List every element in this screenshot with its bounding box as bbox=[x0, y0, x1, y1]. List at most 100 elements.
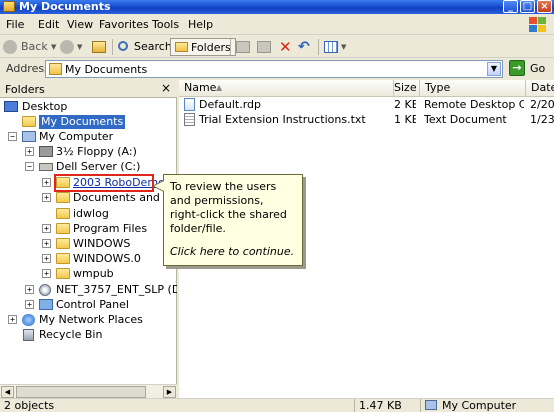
expand-toggle[interactable]: + bbox=[25, 300, 34, 309]
toolbar-separator bbox=[318, 39, 319, 55]
tree-node-idwlog[interactable]: idwlog bbox=[56, 207, 166, 221]
forward-dropdown-icon: ▼ bbox=[77, 43, 83, 51]
file-row[interactable]: Trial Extension Instructions.txt 1 KB Te… bbox=[179, 112, 554, 127]
scroll-right-icon[interactable]: ▶ bbox=[163, 386, 176, 398]
tree-node-windows-0[interactable]: WINDOWS.0 bbox=[56, 252, 166, 266]
my-computer-icon bbox=[425, 400, 437, 410]
menu-view[interactable]: View bbox=[67, 18, 93, 31]
column-label: Type bbox=[425, 81, 451, 94]
file-type: Remote Desktop Co... bbox=[424, 98, 524, 111]
tree-node-my-network-places[interactable]: My Network Places bbox=[22, 313, 172, 327]
tree-label: My Network Places bbox=[39, 313, 143, 326]
tree-node-program-files[interactable]: Program Files bbox=[56, 222, 166, 236]
expand-toggle[interactable]: + bbox=[8, 315, 17, 324]
file-size: 2 KB bbox=[394, 98, 416, 111]
tree-label: NET_3757_ENT_SLP (D:) bbox=[56, 283, 177, 296]
folders-icon bbox=[175, 42, 188, 52]
address-input[interactable]: My Documents ▼ bbox=[45, 60, 503, 78]
tree-node-dell-server[interactable]: Dell Server (C:) bbox=[39, 160, 174, 174]
status-location: My Computer bbox=[442, 399, 517, 412]
expand-toggle[interactable]: + bbox=[25, 147, 34, 156]
search-icon bbox=[118, 41, 128, 51]
minimize-button[interactable]: _ bbox=[503, 0, 518, 13]
tree-node-windows[interactable]: WINDOWS bbox=[56, 237, 166, 251]
tree-node-desktop[interactable]: Desktop bbox=[4, 100, 174, 114]
expand-toggle[interactable]: + bbox=[42, 193, 51, 202]
go-button[interactable]: → Go bbox=[509, 60, 551, 78]
expand-toggle[interactable]: + bbox=[42, 239, 51, 248]
maximize-button[interactable]: □ bbox=[520, 0, 535, 13]
file-type: Text Document bbox=[424, 113, 507, 126]
menu-favorites[interactable]: Favorites bbox=[99, 18, 149, 31]
tree-label: Documents and Settin bbox=[73, 191, 177, 204]
column-header-name[interactable]: Name ▲ bbox=[179, 80, 394, 97]
tree-node-my-computer[interactable]: My Computer bbox=[22, 130, 172, 144]
column-header-type[interactable]: Type bbox=[420, 80, 526, 97]
status-size: 1.47 KB bbox=[354, 399, 420, 412]
menu-file[interactable]: File bbox=[6, 18, 24, 31]
tree-label: WINDOWS.0 bbox=[73, 252, 141, 265]
expand-toggle[interactable]: + bbox=[42, 269, 51, 278]
close-button[interactable]: × bbox=[537, 0, 552, 13]
folder-icon bbox=[56, 223, 70, 234]
folders-button[interactable]: Folders bbox=[170, 38, 236, 56]
folders-horizontal-scrollbar[interactable]: ◀ ▶ bbox=[0, 384, 177, 398]
tree-label: WINDOWS bbox=[73, 237, 131, 250]
my-computer-icon bbox=[22, 131, 36, 142]
status-object-count: 2 objects bbox=[4, 399, 55, 412]
column-label: Size bbox=[394, 81, 417, 94]
menu-edit[interactable]: Edit bbox=[38, 18, 59, 31]
folders-pane: Folders × Desktop My Documents − My Comp… bbox=[0, 80, 177, 398]
toolbar-separator bbox=[230, 39, 231, 55]
tree-node-documents-and-settings[interactable]: Documents and Settin bbox=[56, 191, 177, 205]
menu-help[interactable]: Help bbox=[188, 18, 213, 31]
tree-node-control-panel[interactable]: Control Panel bbox=[39, 298, 174, 312]
tree-node-recycle-bin[interactable]: Recycle Bin bbox=[22, 328, 172, 342]
address-label: Address bbox=[6, 62, 50, 75]
search-label: Search bbox=[134, 40, 172, 53]
tree-label: Desktop bbox=[22, 100, 68, 113]
floppy-drive-icon bbox=[39, 146, 53, 157]
forward-arrow-icon bbox=[60, 40, 74, 54]
continue-link[interactable]: Click here to continue. bbox=[170, 245, 296, 259]
scroll-thumb[interactable] bbox=[16, 386, 146, 398]
column-header-date[interactable]: Date M bbox=[526, 80, 554, 97]
delete-icon[interactable]: ✕ bbox=[279, 38, 292, 56]
tree-label: 3½ Floppy (A:) bbox=[56, 145, 137, 158]
expand-toggle[interactable]: + bbox=[42, 254, 51, 263]
column-header-size[interactable]: Size bbox=[394, 80, 420, 97]
expand-toggle[interactable]: + bbox=[42, 178, 51, 187]
address-bar: Address My Documents ▼ → Go bbox=[0, 59, 554, 79]
tree-label: My Computer bbox=[39, 130, 114, 143]
expand-toggle[interactable]: + bbox=[42, 224, 51, 233]
instruction-callout[interactable]: To review the users and permissions, rig… bbox=[163, 174, 303, 266]
tree-label: wmpub bbox=[73, 267, 114, 280]
undo-icon[interactable]: ↶ bbox=[298, 38, 310, 56]
tree-node-my-documents[interactable]: My Documents bbox=[22, 115, 172, 129]
back-dropdown-icon: ▼ bbox=[51, 43, 57, 51]
expand-toggle[interactable]: + bbox=[25, 285, 34, 294]
collapse-toggle[interactable]: − bbox=[25, 162, 34, 171]
menu-tools[interactable]: Tools bbox=[152, 18, 179, 31]
close-pane-icon[interactable]: × bbox=[161, 81, 171, 95]
tree-node-net-drive[interactable]: NET_3757_ENT_SLP (D:) bbox=[39, 283, 177, 297]
tree-label: Program Files bbox=[73, 222, 148, 235]
file-row[interactable]: Default.rdp 2 KB Remote Desktop Co... 2/… bbox=[179, 97, 554, 112]
toolbar-separator bbox=[112, 39, 113, 55]
views-icon bbox=[324, 41, 338, 53]
address-dropdown-icon[interactable]: ▼ bbox=[487, 62, 501, 76]
folder-icon bbox=[56, 192, 70, 203]
folder-icon bbox=[3, 1, 15, 12]
file-date: 2/20/2 bbox=[530, 98, 554, 111]
scroll-left-icon[interactable]: ◀ bbox=[1, 386, 14, 398]
file-size: 1 KB bbox=[394, 113, 416, 126]
callout-pointer-fill bbox=[154, 181, 164, 191]
status-location-cell: My Computer bbox=[420, 399, 554, 412]
tree-node-floppy[interactable]: 3½ Floppy (A:) bbox=[39, 145, 174, 159]
tree-node-wmpub[interactable]: wmpub bbox=[56, 267, 166, 281]
collapse-toggle[interactable]: − bbox=[8, 132, 17, 141]
tree-label: Recycle Bin bbox=[39, 328, 103, 341]
views-dropdown-icon: ▼ bbox=[341, 43, 347, 51]
my-documents-icon bbox=[49, 63, 62, 75]
folder-icon bbox=[56, 253, 70, 264]
